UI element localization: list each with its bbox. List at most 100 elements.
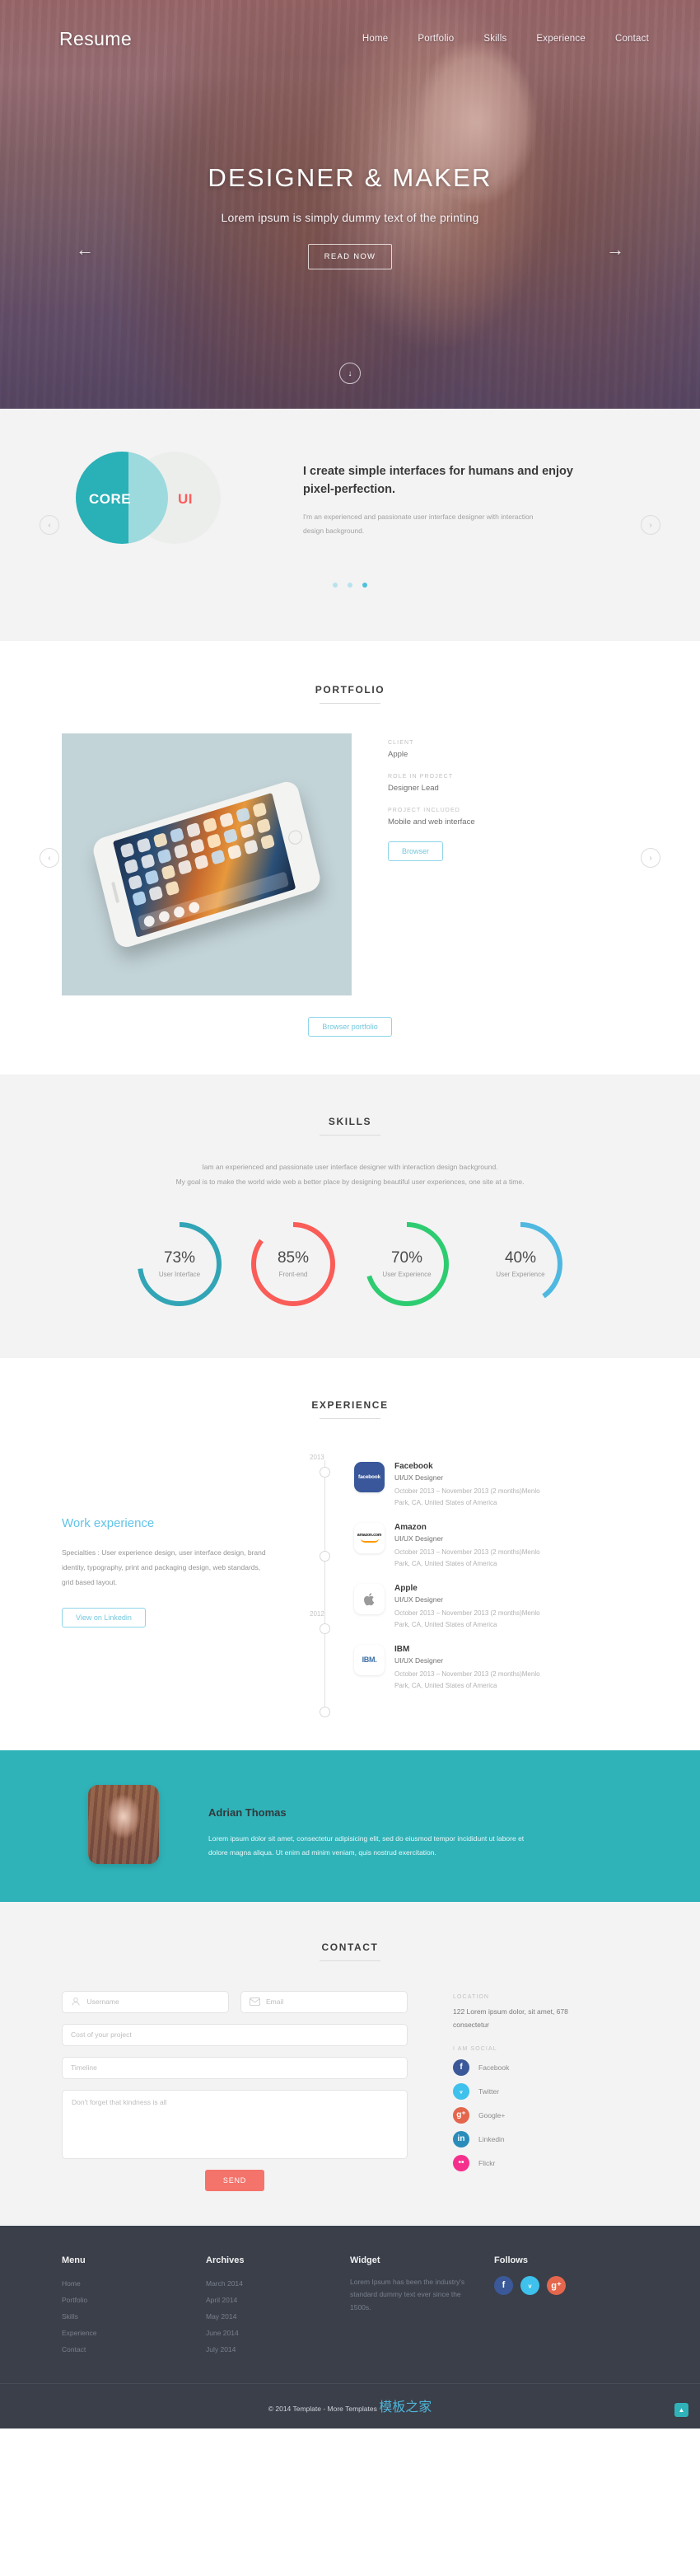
apple-glyph: [364, 1592, 375, 1605]
job-meta: October 2013 – November 2013 (2 months)M…: [394, 1609, 540, 1628]
skills-title: SKILLS: [328, 1116, 372, 1127]
contact-title: CONTACT: [321, 1941, 379, 1953]
scroll-down-icon[interactable]: ↓: [339, 363, 361, 384]
footer-menu-column: Menu Home Portfolio Skills Experience Contac…: [62, 2255, 206, 2358]
browse-portfolio-button[interactable]: Browser portfolio: [308, 1017, 392, 1037]
email-field-wrap[interactable]: [240, 1990, 408, 2013]
timeline-line: [324, 1459, 325, 1716]
social-label: Flickr: [478, 2158, 496, 2167]
company-name: IBM: [394, 1644, 410, 1654]
skill-ring-arc: [251, 1221, 335, 1306]
footer-widget-title: Widget: [350, 2255, 380, 2265]
skill-ring-arc: [365, 1221, 449, 1306]
timeline-item-body: Apple UI/UX Designer October 2013 – Novemb…: [394, 1584, 556, 1631]
skills-description: Iam an experienced and passionate user i…: [86, 1160, 614, 1190]
skill-ring-1: 85% Front-end: [247, 1218, 339, 1310]
job-meta: October 2013 – November 2013 (2 months)M…: [394, 1487, 540, 1506]
footer-menu-link[interactable]: Portfolio: [62, 2293, 206, 2309]
hero-title: DESIGNER & MAKER: [208, 163, 492, 192]
email-input[interactable]: [266, 1998, 399, 2007]
skill-ring-arc: [478, 1221, 562, 1306]
slider-dot-3[interactable]: [362, 583, 368, 588]
job-role: UI/UX Designer: [394, 1473, 444, 1482]
slider-dot-2[interactable]: [348, 583, 352, 588]
intro-heading: I create simple interfaces for humans an…: [303, 464, 573, 496]
nav-item-experience[interactable]: Experience: [536, 34, 586, 44]
copyright-link[interactable]: 模板之家: [379, 2400, 432, 2414]
portfolio-prev-arrow-icon[interactable]: ‹: [40, 848, 59, 868]
core-ui-venn-diagram: CORE UI: [76, 452, 265, 549]
nav-item-home[interactable]: Home: [362, 34, 388, 44]
footer-archive-link[interactable]: July 2014: [206, 2342, 350, 2358]
title-underline: [320, 1135, 380, 1136]
back-to-top-icon[interactable]: ▲: [674, 2402, 688, 2417]
intro-prev-arrow-icon[interactable]: ‹: [40, 515, 59, 535]
portfolio-field-label-project: PROJECT INCLUDED: [388, 808, 460, 813]
social-link-google-plus[interactable]: g⁺ Google+: [453, 2106, 585, 2124]
timeline-input[interactable]: [71, 2063, 399, 2073]
hero-next-arrow-icon[interactable]: →: [606, 239, 624, 260]
social-link-facebook[interactable]: f Facebook: [453, 2058, 585, 2076]
nav-item-portfolio[interactable]: Portfolio: [418, 34, 454, 44]
skill-ring-2: 70% User Experience: [361, 1218, 453, 1310]
google-plus-icon[interactable]: g⁺: [547, 2275, 566, 2295]
avatar: [88, 1784, 159, 1864]
timeline-item: Apple UI/UX Designer October 2013 – Novemb…: [354, 1583, 638, 1631]
footer-archive-link[interactable]: April 2014: [206, 2293, 350, 2309]
timeline-node: [320, 1706, 330, 1717]
portfolio-next-arrow-icon[interactable]: ›: [641, 848, 660, 868]
testimonial-text: Lorem ipsum dolor sit amet, consectetur …: [208, 1834, 525, 1857]
hero-subtitle: Lorem ipsum is simply dummy text of the …: [221, 211, 479, 224]
footer-menu-link[interactable]: Home: [62, 2276, 206, 2293]
portfolio-field-value-client: Apple: [388, 750, 408, 759]
phone-dock: [137, 871, 290, 931]
nav-item-skills[interactable]: Skills: [483, 34, 506, 44]
timeline-node: [320, 1623, 330, 1634]
job-meta: October 2013 – November 2013 (2 months)M…: [394, 1548, 540, 1567]
footer-archive-link[interactable]: March 2014: [206, 2276, 350, 2293]
message-textarea[interactable]: [72, 2097, 398, 2151]
facebook-icon: f: [453, 2058, 469, 2076]
work-experience-heading: Work experience: [62, 1515, 155, 1530]
main-navigation: Home Portfolio Skills Experience Contact: [362, 34, 649, 44]
social-link-twitter[interactable]: ᵥ Twitter: [453, 2082, 585, 2100]
timeline-node: [320, 1550, 330, 1562]
send-button[interactable]: SEND: [204, 2169, 265, 2191]
experience-section: EXPERIENCE Work experience Specialties :…: [0, 1357, 700, 1750]
social-label: Facebook: [478, 2063, 510, 2072]
cost-field-wrap[interactable]: [62, 2023, 408, 2046]
hero-prev-arrow-icon[interactable]: ←: [76, 239, 94, 260]
facebook-icon[interactable]: f: [494, 2275, 513, 2295]
footer-archive-link[interactable]: June 2014: [206, 2325, 350, 2342]
footer-follows-title: Follows: [494, 2255, 528, 2265]
intro-slider-dots: [0, 577, 700, 592]
slider-dot-1[interactable]: [332, 583, 338, 588]
footer-archive-link[interactable]: May 2014: [206, 2309, 350, 2325]
social-link-flickr[interactable]: •• Flickr: [453, 2154, 585, 2171]
intro-paragraph: I'm an experienced and passionate user i…: [303, 513, 534, 536]
username-field-wrap[interactable]: [62, 1990, 229, 2013]
testimonial-section: Adrian Thomas Lorem ipsum dolor sit amet…: [0, 1749, 700, 1902]
nav-item-contact[interactable]: Contact: [615, 34, 649, 44]
user-icon: [71, 1996, 82, 2007]
site-brand[interactable]: Resume: [59, 28, 132, 50]
footer-menu-link[interactable]: Experience: [62, 2325, 206, 2342]
company-name: Facebook: [394, 1461, 433, 1471]
footer-menu-link[interactable]: Skills: [62, 2309, 206, 2325]
read-now-button[interactable]: READ NOW: [307, 244, 393, 269]
footer-menu-link[interactable]: Contact: [62, 2342, 206, 2358]
view-on-linkedin-button[interactable]: View on Linkedin: [62, 1608, 146, 1628]
browser-button[interactable]: Browser: [388, 841, 444, 861]
location-label: LOCATION: [453, 1993, 490, 2000]
social-link-linkedin[interactable]: in Linkedin: [453, 2130, 585, 2147]
contact-info: LOCATION 122 Lorem ipsum dolor, sit amet…: [453, 1991, 585, 2191]
timeline-field-wrap[interactable]: [62, 2056, 408, 2079]
company-name: Amazon: [394, 1522, 427, 1532]
twitter-icon[interactable]: ᵥ: [520, 2275, 539, 2295]
portfolio-heading: PORTFOLIO: [0, 684, 700, 704]
intro-next-arrow-icon[interactable]: ›: [641, 515, 660, 535]
username-input[interactable]: [86, 1998, 220, 2007]
cost-input[interactable]: [71, 2030, 399, 2040]
footer-copyright: © 2014 Template - More Templates 模板之家: [0, 2382, 700, 2428]
message-field-wrap[interactable]: [62, 2089, 408, 2159]
